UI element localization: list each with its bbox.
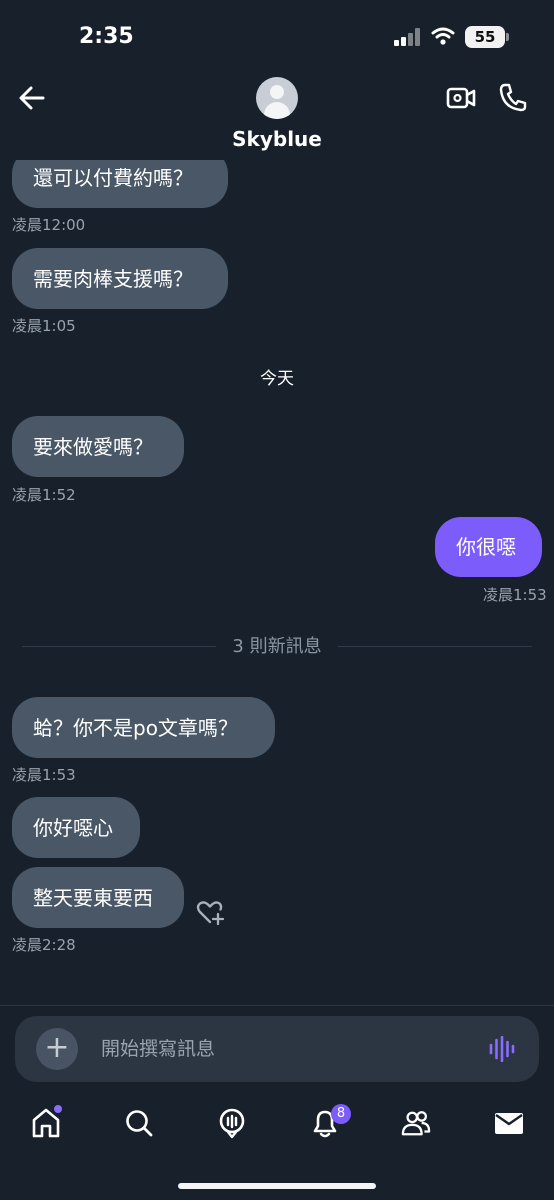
message-composer: + bbox=[15, 1016, 539, 1082]
message-timestamp: 凌晨2:28 bbox=[12, 936, 76, 954]
new-messages-label: 3 則新訊息 bbox=[232, 636, 322, 657]
message-bubble[interactable]: 蛤？你不是po文章嗎？ bbox=[12, 697, 275, 758]
heart-plus-icon[interactable] bbox=[196, 900, 226, 926]
contact-name[interactable]: Skyblue bbox=[0, 127, 554, 151]
people-icon[interactable] bbox=[401, 1107, 431, 1139]
date-separator: 今天 bbox=[260, 369, 294, 389]
home-indicator bbox=[178, 1183, 376, 1189]
message-timestamp: 凌晨12:00 bbox=[12, 216, 86, 234]
message-timestamp: 凌晨1:52 bbox=[12, 486, 76, 504]
message-timestamp: 凌晨1:53 bbox=[483, 586, 547, 604]
message-thread[interactable]: 還可以付費約嗎？ 凌晨12:00 需要肉棒支援嗎？ 凌晨1:05 今天 要來做愛… bbox=[0, 160, 554, 1005]
message-bubble[interactable]: 你很噁 bbox=[435, 517, 542, 577]
chat-header: Skyblue bbox=[0, 70, 554, 160]
phone-icon[interactable] bbox=[499, 82, 527, 112]
status-bar: 2:35 55 bbox=[0, 0, 554, 70]
status-time: 2:35 bbox=[79, 24, 134, 49]
wifi-icon bbox=[431, 27, 455, 45]
plus-icon[interactable]: + bbox=[36, 1028, 78, 1070]
voice-wave-icon[interactable] bbox=[489, 1036, 515, 1062]
composer-divider bbox=[0, 1005, 554, 1006]
message-bubble[interactable]: 需要肉棒支援嗎？ bbox=[12, 248, 228, 309]
message-timestamp: 凌晨1:05 bbox=[12, 317, 76, 335]
message-bubble[interactable]: 還可以付費約嗎？ bbox=[12, 160, 228, 208]
spaces-mic-icon[interactable] bbox=[217, 1107, 247, 1139]
message-timestamp: 凌晨1:53 bbox=[12, 766, 76, 784]
divider-line bbox=[338, 646, 532, 647]
notifications-badge: 8 bbox=[331, 1104, 351, 1124]
mail-icon[interactable] bbox=[494, 1107, 524, 1139]
search-icon[interactable] bbox=[124, 1107, 154, 1139]
message-bubble[interactable]: 要來做愛嗎？ bbox=[12, 416, 184, 477]
bottom-tab-bar: 8 bbox=[0, 1095, 554, 1155]
battery-indicator: 55 bbox=[465, 26, 509, 48]
avatar-icon[interactable] bbox=[256, 77, 298, 119]
cellular-signal-icon bbox=[394, 28, 422, 46]
message-bubble[interactable]: 整天要東要西 bbox=[12, 867, 184, 928]
video-call-icon[interactable] bbox=[446, 84, 476, 112]
back-arrow-icon[interactable] bbox=[16, 84, 48, 112]
home-unread-dot bbox=[54, 1105, 62, 1113]
message-input[interactable] bbox=[101, 1029, 471, 1069]
message-bubble[interactable]: 你好噁心 bbox=[12, 797, 140, 858]
